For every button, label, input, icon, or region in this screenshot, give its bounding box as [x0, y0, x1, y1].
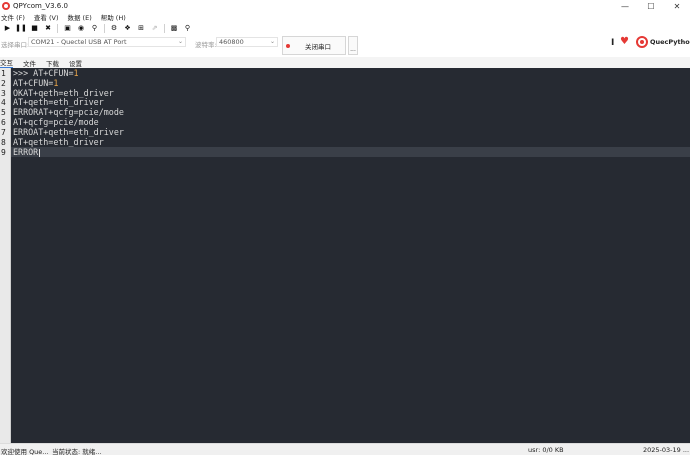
port-select-value: COM21 - Quectel USB AT Port — [31, 38, 127, 46]
port-select[interactable]: COM21 - Quectel USB AT Port ⌄ — [28, 37, 186, 47]
chevron-down-icon: ⌄ — [269, 38, 275, 45]
status-dot-icon — [286, 43, 290, 48]
line-text: AT+qeth=eth_driver — [13, 97, 104, 107]
baud-select-value: 460800 — [219, 38, 244, 46]
menu-data[interactable]: 数据 (E) — [67, 12, 91, 22]
status-date: 2025-03-19 ... — [643, 446, 690, 454]
menu-view[interactable]: 查看 (V) — [34, 12, 59, 22]
stop-icon[interactable]: ■ — [30, 24, 39, 33]
screenshot-icon[interactable]: ▣ — [63, 24, 72, 33]
line-number: 9 — [1, 148, 6, 157]
line-number: 1 — [1, 69, 6, 78]
status-usr: usr: 0/0 KB — [528, 446, 564, 454]
port-label: 选择串口: — [1, 41, 30, 49]
window-controls: — ☐ ✕ — [612, 0, 690, 12]
line-number: 4 — [1, 98, 6, 107]
close-icon[interactable]: ✖ — [44, 24, 53, 33]
toolbar-divider — [103, 24, 105, 33]
more-options-button[interactable]: ... — [348, 36, 358, 55]
line-text: AT+qcfg=pcie/mode — [13, 117, 99, 127]
close-window-button[interactable]: ✕ — [664, 0, 690, 12]
menu-help[interactable]: 帮助 (H) — [101, 12, 126, 22]
heart-icon[interactable]: ♥ — [620, 37, 629, 47]
close-port-label: 关闭串口 — [305, 42, 331, 51]
toolbar-divider — [57, 24, 58, 33]
line-number: 7 — [1, 128, 6, 137]
find-icon[interactable]: ⚲ — [183, 24, 192, 33]
status-welcome: 欢迎使用 Que... — [1, 448, 49, 455]
tab-download[interactable]: 下载 — [46, 58, 59, 68]
window-title: QPYcom_V3.6.0 — [13, 2, 68, 10]
tab-settings[interactable]: 设置 — [69, 58, 82, 68]
baud-label: 波特率: — [195, 41, 217, 49]
line-number: 2 — [1, 79, 6, 88]
external-icon[interactable]: ⇗ — [150, 24, 159, 33]
tab-bar: 交互 文件 下载 设置 — [0, 57, 690, 68]
current-line-highlight — [11, 147, 690, 157]
toolbar: ▶ ❚❚ ■ ✖ ▣ ◉ ⚲ ⚙ ❖ ⊞ ⇗ ▩ ⚲ — [0, 22, 690, 35]
quecpython-logo-icon — [636, 36, 648, 48]
search-icon[interactable]: ⚲ — [90, 24, 99, 33]
line-number: 6 — [1, 118, 6, 127]
brand-label: QuecPython — [650, 38, 690, 46]
maximize-button[interactable]: ☐ — [638, 0, 664, 12]
line-text: ERRORAT+qcfg=pcie/mode — [13, 107, 124, 117]
line-text: AT+qeth=eth_driver — [13, 137, 104, 147]
line-number: 5 — [1, 108, 6, 117]
terminal-editor[interactable]: 1 2 3 4 5 6 7 8 9 >>> AT+CFUN=1 AT+CFUN=… — [0, 68, 690, 443]
baud-select[interactable]: 460800 ⌄ — [216, 37, 278, 47]
text-cursor — [38, 148, 40, 157]
add-icon[interactable]: ⊞ — [137, 24, 146, 33]
line-text: ERROR — [13, 147, 39, 157]
line-text: AT+CFUN= — [13, 78, 54, 88]
chevron-down-icon: ⌄ — [177, 38, 183, 45]
play-icon[interactable]: ▶ — [3, 24, 12, 33]
menu-file[interactable]: 文件 (F) — [1, 12, 25, 22]
line-text: >>> AT+CFUN= — [13, 68, 74, 78]
app-logo-icon — [2, 2, 10, 10]
info-icon[interactable]: I — [611, 38, 614, 48]
status-bar: 欢迎使用 Que... 当前状态: 就绪... usr: 0/0 KB 2025… — [0, 443, 690, 455]
line-number-literal: 1 — [73, 68, 79, 78]
menu-bar: 文件 (F) 查看 (V) 数据 (E) 帮助 (H) — [0, 12, 690, 22]
line-number: 8 — [1, 138, 6, 147]
line-number-literal: 1 — [53, 78, 59, 88]
record-icon[interactable]: ◉ — [77, 24, 86, 33]
pause-icon[interactable]: ❚❚ — [15, 24, 27, 33]
save-icon[interactable]: ▩ — [170, 24, 179, 33]
terminal-line: ERROR — [13, 147, 40, 158]
tab-files[interactable]: 文件 — [23, 58, 36, 68]
close-port-button[interactable]: 关闭串口 — [282, 36, 346, 55]
port-settings-row: 选择串口: COM21 - Quectel USB AT Port ⌄ 波特率:… — [0, 35, 690, 57]
package-icon[interactable]: ❖ — [123, 24, 132, 33]
toolbar-divider — [163, 24, 165, 33]
tab-interactive[interactable]: 交互 — [0, 57, 13, 68]
title-bar: QPYcom_V3.6.0 — ☐ ✕ — [0, 0, 690, 12]
settings-icon[interactable]: ⚙ — [110, 24, 119, 33]
line-text: ERROAT+qeth=eth_driver — [13, 127, 124, 137]
minimize-button[interactable]: — — [612, 0, 638, 12]
status-state: 当前状态: 就绪... — [52, 448, 102, 455]
